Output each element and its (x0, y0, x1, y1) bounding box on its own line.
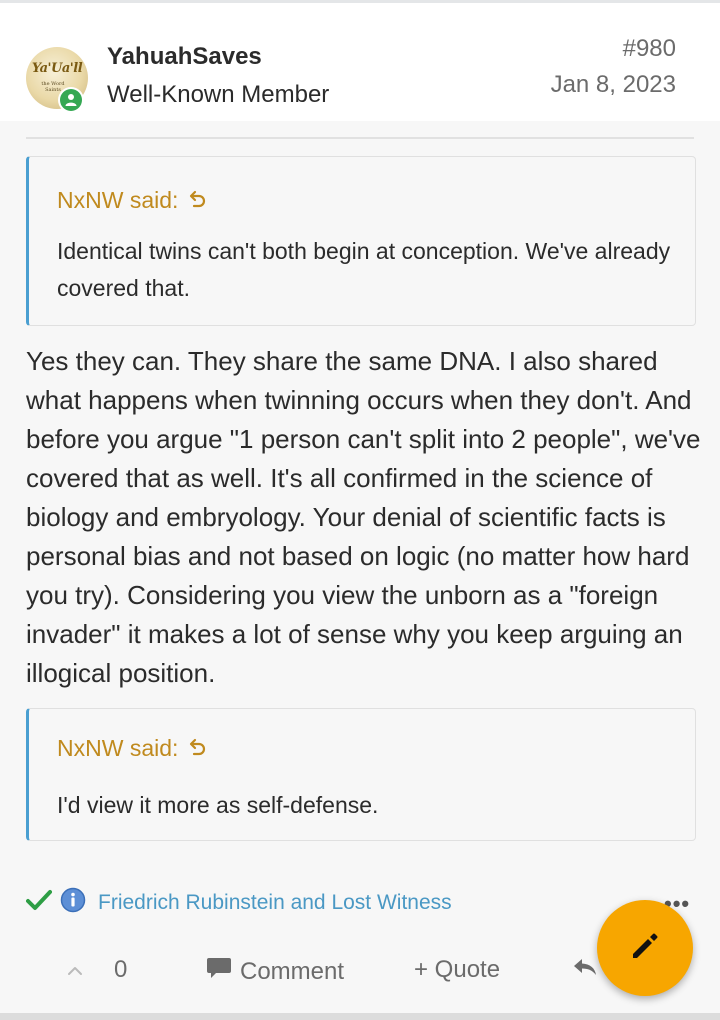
chevron-up-icon[interactable] (66, 956, 84, 984)
post-header: Ya'Ua'll the Word Saints YahuahSaves Wel… (0, 3, 720, 121)
online-status-icon (58, 87, 84, 113)
post-body: NxNW said: Identical twins can't both be… (0, 121, 720, 1013)
quote-author[interactable]: NxNW said: (57, 187, 178, 214)
quote-text: I'd view it more as self-defense. (57, 792, 379, 818)
reactions-bar: Friedrich Rubinstein and Lost Witness (26, 887, 452, 918)
quote-attribution[interactable]: NxNW said: (57, 735, 208, 762)
quote-text: Identical twins can't both begin at conc… (57, 238, 671, 301)
reply-button[interactable] (572, 956, 598, 984)
user-title: Well-Known Member (107, 81, 330, 108)
checkmark-icon (26, 889, 52, 916)
quote-block: NxNW said: Identical twins can't both be… (26, 156, 696, 326)
avatar-text: Ya'Ua'll (31, 61, 83, 76)
comment-button[interactable]: Comment (206, 956, 344, 987)
comment-icon (206, 956, 232, 987)
jump-to-quote-icon[interactable] (188, 187, 208, 214)
upvote-button[interactable] (66, 956, 84, 984)
post-date[interactable]: Jan 8, 2023 (551, 71, 676, 99)
divider (26, 137, 694, 139)
reaction-users-link[interactable]: Friedrich Rubinstein and Lost Witness (98, 891, 452, 915)
quote-block: NxNW said: I'd view it more as self-defe… (26, 708, 696, 841)
username[interactable]: YahuahSaves (107, 43, 262, 71)
post-content: Yes they can. They share the same DNA. I… (26, 346, 701, 688)
quote-button[interactable]: + Quote (414, 956, 500, 984)
vote-count: 0 (114, 956, 128, 983)
comment-label: Comment (240, 957, 345, 985)
quote-attribution[interactable]: NxNW said: (57, 187, 208, 214)
jump-to-quote-icon[interactable] (188, 735, 208, 762)
info-icon (60, 887, 86, 918)
quote-author[interactable]: NxNW said: (57, 735, 178, 762)
write-reply-button[interactable] (597, 900, 693, 996)
post-number[interactable]: #980 (623, 35, 676, 63)
reply-icon (572, 956, 598, 984)
pencil-icon (627, 928, 663, 969)
bottom-bar (0, 1013, 720, 1020)
